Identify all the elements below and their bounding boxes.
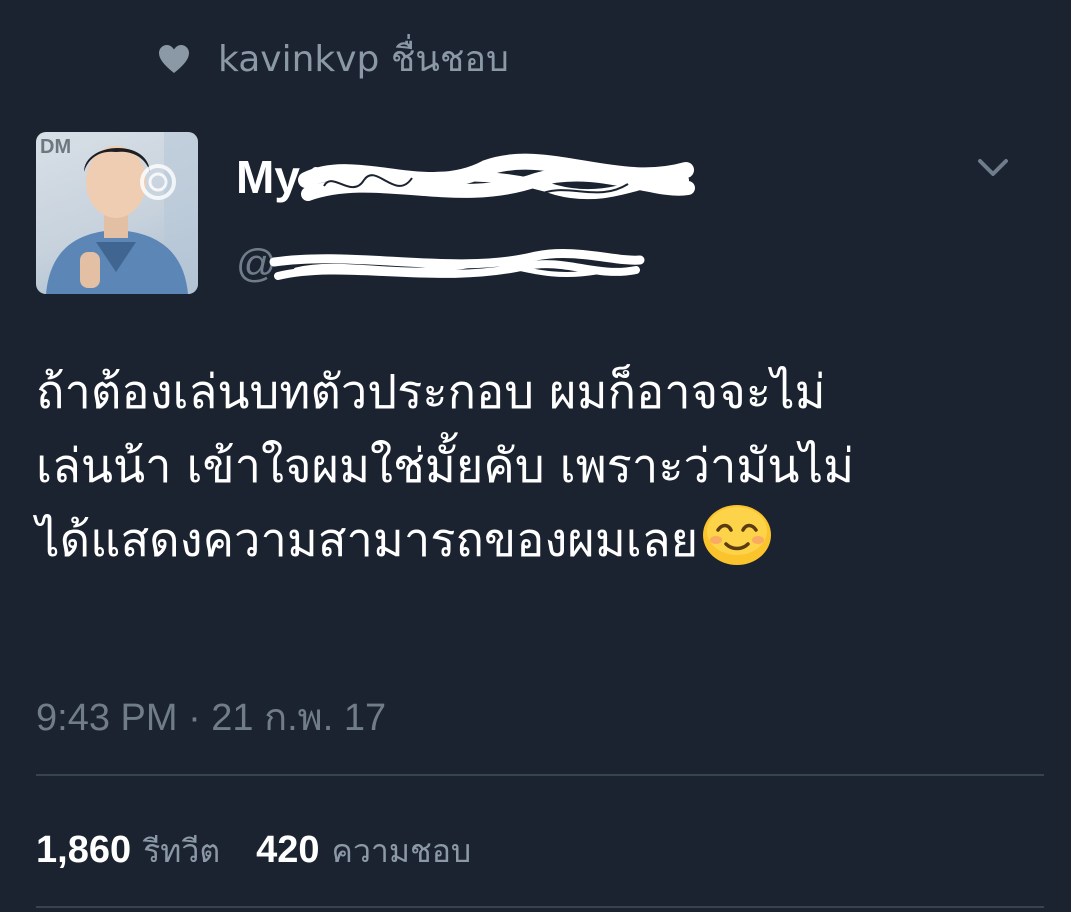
tweet-stats: 1,860 รีทวีต 420 ความชอบ bbox=[36, 826, 495, 877]
divider bbox=[36, 906, 1044, 908]
author-info[interactable]: My @ bbox=[236, 150, 696, 292]
tweet-text: ถ้าต้องเล่นบทตัวประกอบ ผมก็อาจจะไม่ เล่น… bbox=[36, 356, 1046, 588]
avatar[interactable]: DM bbox=[36, 132, 198, 294]
likes-count[interactable]: 420 bbox=[256, 829, 319, 872]
liked-by-row: kavinkvp ชื่นชอบ bbox=[158, 30, 509, 87]
smiling-face-emoji bbox=[702, 504, 772, 588]
likes-label[interactable]: ความชอบ bbox=[332, 826, 472, 877]
tweet-line: ได้แสดงความสามารถของผมเลย bbox=[36, 513, 699, 568]
avatar-photo bbox=[46, 132, 198, 294]
retweets-count[interactable]: 1,860 bbox=[36, 829, 131, 872]
tweet-detail-view: kavinkvp ชื่นชอบ DM My @ ถ้าต้องเล่นบทตั… bbox=[0, 0, 1071, 912]
user-handle[interactable]: @ bbox=[236, 242, 656, 292]
redaction-scribble bbox=[298, 153, 695, 201]
chevron-down-icon[interactable] bbox=[976, 156, 1010, 184]
tweet-line-last: ได้แสดงความสามารถของผมเลย bbox=[36, 504, 1046, 588]
liked-by-text[interactable]: kavinkvp ชื่นชอบ bbox=[218, 30, 509, 87]
retweets-label[interactable]: รีทวีต bbox=[143, 826, 220, 877]
tweet-line: ถ้าต้องเล่นบทตัวประกอบ ผมก็อาจจะไม่ bbox=[36, 365, 826, 420]
display-name[interactable]: My bbox=[236, 150, 696, 210]
tweet-timestamp: 9:43 PM · 21 ก.พ. 17 bbox=[36, 697, 387, 739]
heart-icon bbox=[158, 44, 190, 74]
redaction-scribble bbox=[269, 249, 645, 280]
tweet-line: เล่นน้า เข้าใจผมใช่มั้ยคับ เพราะว่ามันไม… bbox=[36, 439, 855, 494]
divider bbox=[36, 774, 1044, 776]
